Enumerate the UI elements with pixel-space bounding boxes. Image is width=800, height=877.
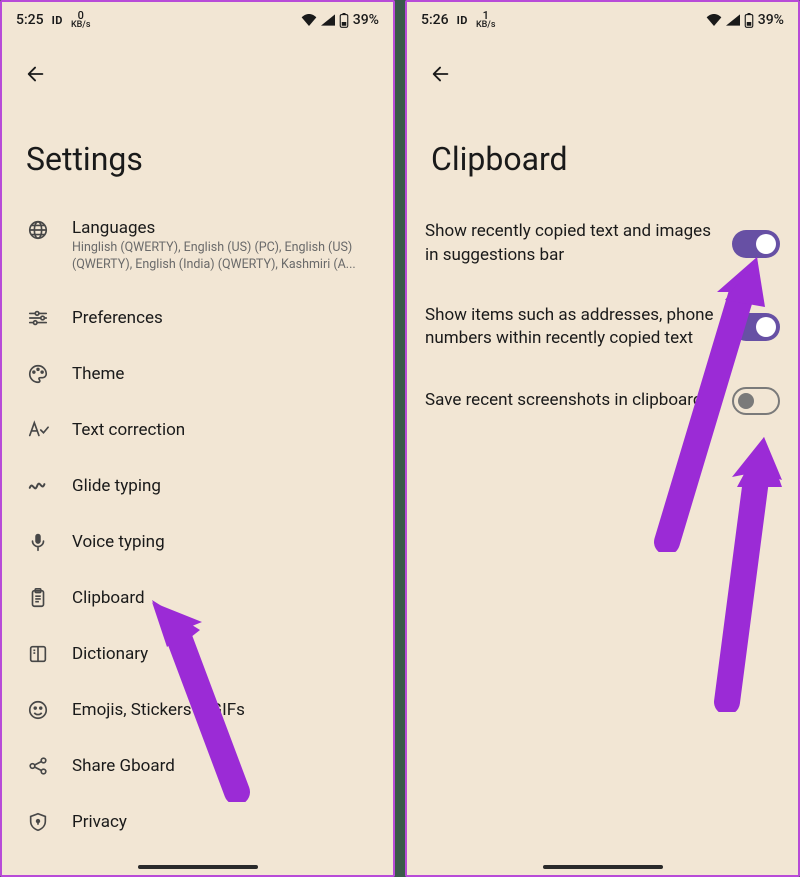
settings-item-theme[interactable]: Theme bbox=[6, 346, 389, 402]
emoji-icon bbox=[26, 698, 50, 722]
setting-label: Show items such as addresses, phone numb… bbox=[425, 304, 718, 352]
page-title: Clipboard bbox=[431, 140, 798, 178]
settings-item-voice-typing[interactable]: Voice typing bbox=[6, 514, 389, 570]
network-speed: 1 KB/s bbox=[476, 10, 496, 30]
nav-bar-pill[interactable] bbox=[138, 865, 258, 869]
settings-item-clipboard[interactable]: Clipboard bbox=[6, 570, 389, 626]
toggle-switch[interactable] bbox=[732, 387, 780, 415]
clipboard-settings-list: Show recently copied text and images in … bbox=[407, 202, 798, 433]
dictionary-icon bbox=[26, 642, 50, 666]
shield-icon bbox=[26, 810, 50, 834]
settings-item-label: Theme bbox=[72, 364, 369, 384]
toggle-switch[interactable] bbox=[732, 230, 780, 258]
setting-label: Save recent screenshots in clipboard bbox=[425, 389, 718, 413]
settings-item-label: Text correction bbox=[72, 420, 369, 440]
settings-item-label: Voice typing bbox=[72, 532, 369, 552]
status-bar: 5:26 ID 1 KB/s 39% bbox=[407, 2, 798, 38]
settings-item-dictionary[interactable]: Dictionary bbox=[6, 626, 389, 682]
battery-percent: 39% bbox=[353, 12, 379, 28]
id-icon: ID bbox=[457, 14, 468, 27]
wifi-icon bbox=[706, 14, 722, 26]
settings-item-label: Preferences bbox=[72, 308, 369, 328]
settings-item-label: Emojis, Stickers & GIFs bbox=[72, 700, 369, 720]
status-time: 5:26 bbox=[421, 12, 449, 28]
annotation-arrow bbox=[682, 432, 792, 712]
arrow-back-icon bbox=[430, 63, 452, 85]
wifi-icon bbox=[301, 14, 317, 26]
settings-item-text-correction[interactable]: Text correction bbox=[6, 402, 389, 458]
page-title: Settings bbox=[26, 140, 393, 178]
setting-show-recent-copied[interactable]: Show recently copied text and images in … bbox=[425, 202, 780, 286]
settings-item-label: Dictionary bbox=[72, 644, 369, 664]
settings-item-preferences[interactable]: Preferences bbox=[6, 290, 389, 346]
share-icon bbox=[26, 754, 50, 778]
glide-icon bbox=[26, 474, 50, 498]
setting-show-addresses[interactable]: Show items such as addresses, phone numb… bbox=[425, 286, 780, 370]
settings-item-label: Glide typing bbox=[72, 476, 369, 496]
text-correction-icon bbox=[26, 418, 50, 442]
settings-item-sub: Hinglish (QWERTY), English (US) (PC), En… bbox=[72, 240, 369, 274]
status-bar: 5:25 ID 0 KB/s 39% bbox=[2, 2, 393, 38]
clipboard-icon bbox=[26, 586, 50, 610]
settings-item-privacy[interactable]: Privacy bbox=[6, 794, 389, 850]
setting-save-screenshots[interactable]: Save recent screenshots in clipboard bbox=[425, 369, 780, 433]
sliders-icon bbox=[26, 306, 50, 330]
battery-icon bbox=[744, 13, 754, 28]
settings-list: Languages Hinglish (QWERTY), English (US… bbox=[2, 202, 393, 850]
settings-item-emojis[interactable]: Emojis, Stickers & GIFs bbox=[6, 682, 389, 738]
id-icon: ID bbox=[52, 14, 63, 27]
arrow-back-icon bbox=[25, 63, 47, 85]
signal-icon bbox=[726, 14, 740, 26]
globe-icon bbox=[26, 218, 50, 242]
signal-icon bbox=[321, 14, 335, 26]
back-button[interactable] bbox=[16, 54, 56, 94]
settings-item-label: Languages bbox=[72, 218, 369, 238]
battery-percent: 39% bbox=[758, 12, 784, 28]
back-button[interactable] bbox=[421, 54, 461, 94]
settings-item-glide-typing[interactable]: Glide typing bbox=[6, 458, 389, 514]
status-time: 5:25 bbox=[16, 12, 44, 28]
mic-icon bbox=[26, 530, 50, 554]
settings-item-languages[interactable]: Languages Hinglish (QWERTY), English (US… bbox=[6, 202, 389, 290]
palette-icon bbox=[26, 362, 50, 386]
clipboard-screen: 5:26 ID 1 KB/s 39% Clipboard Show recent bbox=[405, 0, 800, 877]
nav-bar-pill[interactable] bbox=[543, 865, 663, 869]
settings-item-label: Clipboard bbox=[72, 588, 369, 608]
settings-item-share[interactable]: Share Gboard bbox=[6, 738, 389, 794]
network-speed: 0 KB/s bbox=[71, 10, 91, 30]
settings-screen: 5:25 ID 0 KB/s 39% Settings bbox=[0, 0, 395, 877]
settings-item-label: Share Gboard bbox=[72, 756, 369, 776]
setting-label: Show recently copied text and images in … bbox=[425, 220, 718, 268]
settings-item-label: Privacy bbox=[72, 812, 369, 832]
toggle-switch[interactable] bbox=[732, 313, 780, 341]
battery-icon bbox=[339, 13, 349, 28]
